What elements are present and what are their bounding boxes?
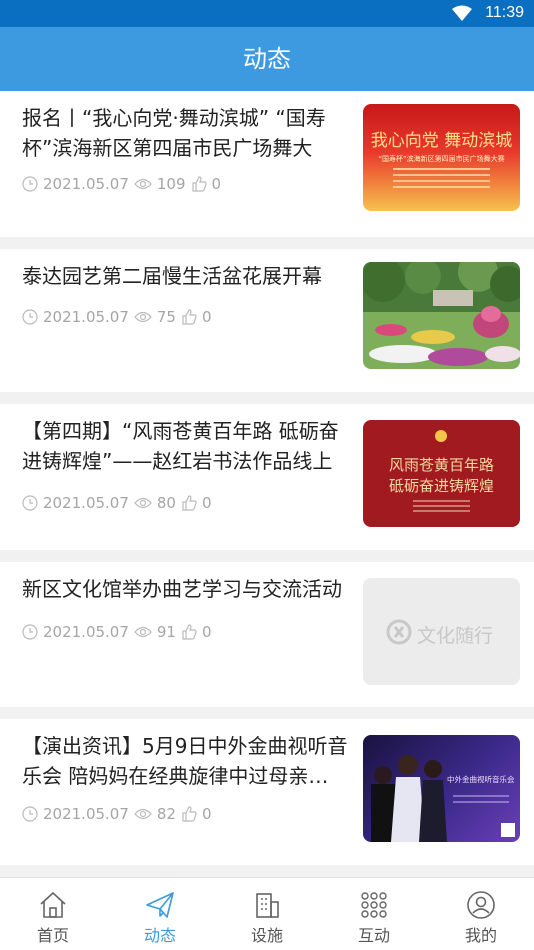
- news-item[interactable]: 【第四期】“风雨苍黄百年路 砥砺奋进铸辉煌”——赵红岩书法作品线上展 2021.…: [0, 404, 534, 550]
- eye-icon: [134, 311, 152, 323]
- like-count: 0: [201, 805, 212, 823]
- clock-icon: [22, 495, 38, 511]
- news-item[interactable]: 泰达园艺第二届慢生活盆花展开幕 2021.05.07 75 0: [0, 249, 534, 392]
- news-meta: 2021.05.07 82 0: [22, 805, 212, 823]
- grid-dots-icon: [361, 892, 387, 918]
- thumbs-up-icon: [182, 495, 197, 511]
- news-date: 2021.05.07: [43, 623, 129, 641]
- view-count: 109: [156, 175, 186, 193]
- wifi-icon: [452, 5, 472, 21]
- thumbs-up-icon: [182, 806, 197, 822]
- clock-icon: [22, 309, 38, 325]
- tab-facilities[interactable]: 设施: [214, 878, 320, 950]
- tab-interact[interactable]: 互动: [321, 878, 427, 950]
- view-count: 80: [156, 494, 176, 512]
- status-bar: 11:39: [0, 0, 534, 27]
- page-title: 动态: [0, 27, 534, 91]
- tab-label: 我的: [464, 926, 497, 945]
- news-meta: 2021.05.07 91 0: [22, 623, 212, 641]
- news-item[interactable]: 【演出资讯】5月9日中外金曲视听音乐会 陪妈妈在经典旋律中过母亲… 2021.0…: [0, 719, 534, 865]
- view-count: 91: [156, 623, 176, 641]
- view-count: 82: [156, 805, 176, 823]
- clock-icon: [22, 176, 38, 192]
- emblem-icon: [435, 430, 447, 442]
- thumbs-up-icon: [182, 624, 197, 640]
- like-count: 0: [201, 308, 212, 326]
- news-thumbnail: [363, 262, 520, 369]
- news-item[interactable]: 新区文化馆举办曲艺学习与交流活动 2021.05.07 91 0 文化随行: [0, 562, 534, 707]
- news-thumbnail: 风雨苍黄百年路 砥砺奋进铸辉煌: [363, 420, 520, 527]
- placeholder-text: 文化随行: [417, 625, 494, 647]
- eye-icon: [134, 808, 152, 820]
- news-thumbnail: 中外金曲视听音乐会: [363, 735, 520, 842]
- tab-label: 互动: [357, 926, 390, 945]
- thumbnail-headline: 中外金曲视听音乐会: [447, 775, 515, 784]
- clock-icon: [22, 806, 38, 822]
- news-title: 【第四期】“风雨苍黄百年路 砥砺奋进铸辉煌”——赵红岩书法作品线上展: [22, 419, 339, 473]
- like-count: 0: [201, 494, 212, 512]
- news-feed[interactable]: 报名丨“我心向党·舞动滨城” “国寿杯”滨海新区第四届市民广场舞大赛… 2021…: [0, 91, 534, 877]
- news-thumbnail: 我心向党 舞动滨城 “国寿杯”滨海新区第四届市民广场舞大赛: [363, 104, 520, 211]
- like-count: 0: [201, 623, 212, 641]
- thumbnail-headline: 我心向党 舞动滨城: [370, 131, 513, 151]
- eye-icon: [134, 626, 152, 638]
- eye-icon: [134, 178, 152, 190]
- tab-label: 动态: [143, 926, 176, 945]
- tab-home[interactable]: 首页: [0, 878, 106, 950]
- thumbnail-headline: 风雨苍黄百年路: [388, 456, 494, 474]
- tab-news[interactable]: 动态: [107, 878, 213, 950]
- home-icon: [40, 891, 66, 918]
- building-icon: [256, 893, 279, 918]
- eye-icon: [134, 497, 152, 509]
- news-title: 报名丨“我心向党·舞动滨城” “国寿杯”滨海新区第四届市民广场舞大赛…: [22, 106, 326, 160]
- clock-icon: [22, 624, 38, 640]
- thumbnail-subline: 砥砺奋进铸辉煌: [388, 477, 494, 495]
- news-date: 2021.05.07: [43, 494, 129, 512]
- user-circle-icon: [467, 891, 495, 919]
- tab-label: 首页: [36, 926, 69, 945]
- news-meta: 2021.05.07 80 0: [22, 494, 212, 512]
- tab-label: 设施: [250, 926, 283, 945]
- view-count: 75: [156, 308, 176, 326]
- news-title: 【演出资讯】5月9日中外金曲视听音乐会 陪妈妈在经典旋律中过母亲…: [22, 734, 348, 788]
- culture-logo-icon: [386, 619, 412, 645]
- clock-time: 11:39: [485, 4, 524, 21]
- news-date: 2021.05.07: [43, 175, 129, 193]
- paper-plane-icon: [146, 892, 174, 918]
- qr-code-icon: [501, 823, 515, 837]
- thumbs-up-icon: [182, 309, 197, 325]
- news-item[interactable]: 报名丨“我心向党·舞动滨城” “国寿杯”滨海新区第四届市民广场舞大赛… 2021…: [0, 91, 534, 237]
- news-title: 新区文化馆举办曲艺学习与交流活动: [22, 577, 342, 601]
- news-meta: 2021.05.07 75 0: [22, 308, 212, 326]
- tab-profile[interactable]: 我的: [428, 878, 534, 950]
- news-meta: 2021.05.07 109 0: [22, 175, 221, 193]
- thumbs-up-icon: [191, 176, 207, 192]
- news-date: 2021.05.07: [43, 805, 129, 823]
- like-count: 0: [211, 175, 222, 193]
- thumbnail-subline: “国寿杯”滨海新区第四届市民广场舞大赛: [378, 155, 505, 163]
- news-title: 泰达园艺第二届慢生活盆花展开幕: [22, 264, 322, 288]
- news-date: 2021.05.07: [43, 308, 129, 326]
- news-thumbnail: 文化随行: [363, 578, 520, 685]
- bottom-tab-bar: 首页 动态 设施 互动 我的: [0, 877, 534, 949]
